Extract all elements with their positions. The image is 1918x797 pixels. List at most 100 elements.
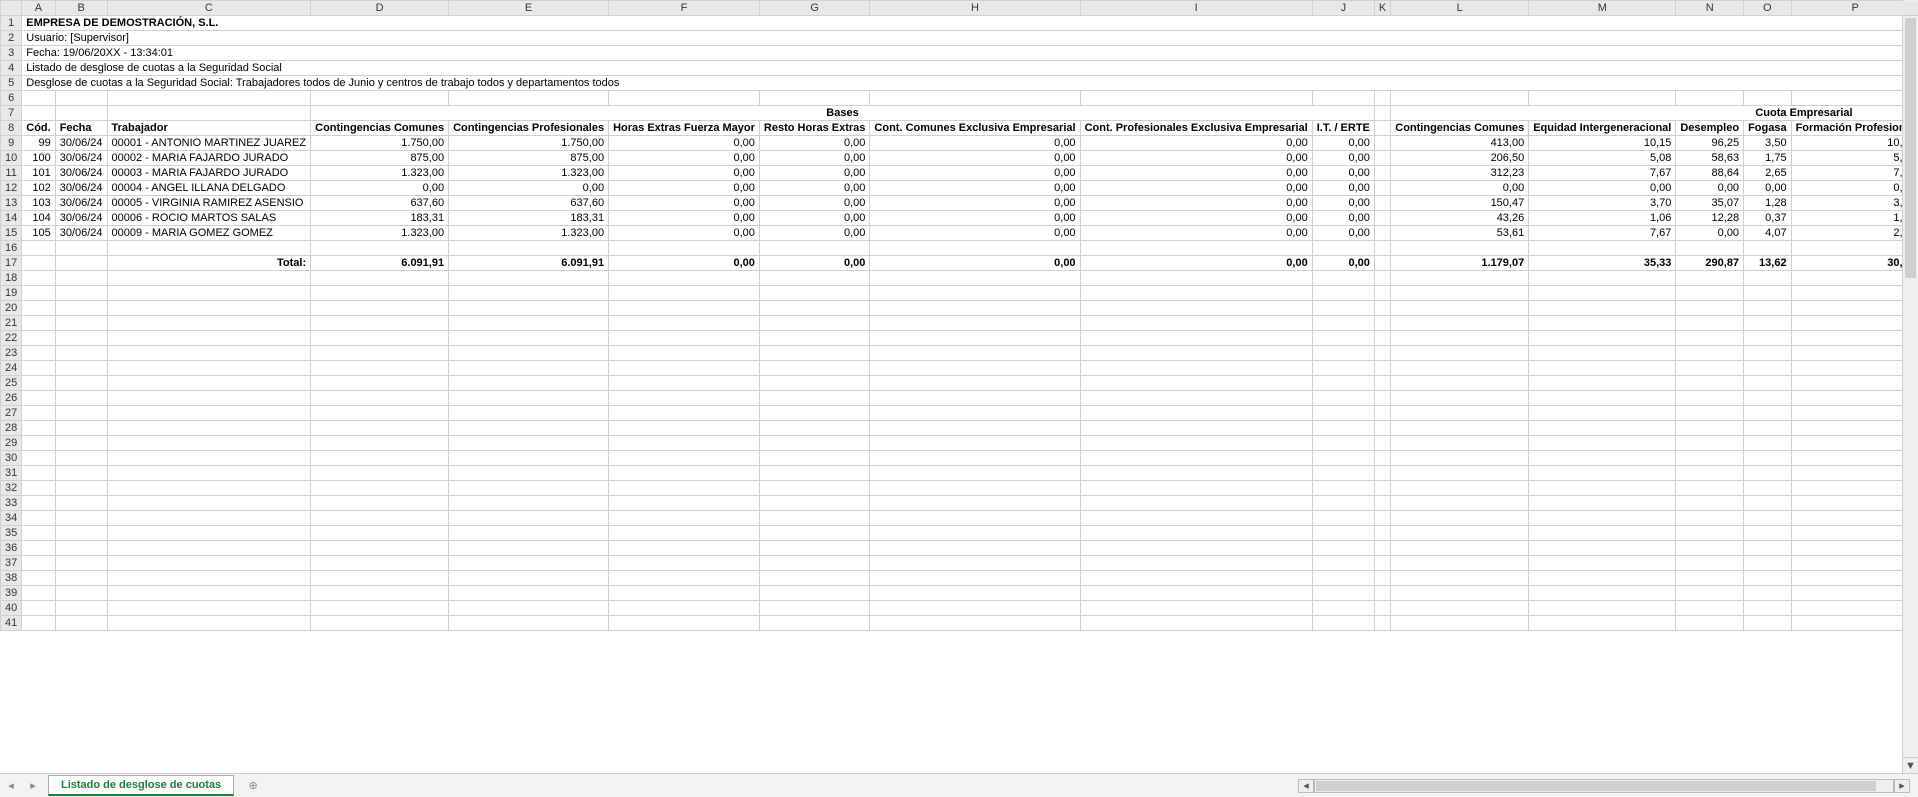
cell[interactable]: [1744, 391, 1792, 406]
cell[interactable]: [107, 376, 311, 391]
cell[interactable]: [1676, 481, 1744, 496]
cell[interactable]: 0,00: [1391, 181, 1529, 196]
cell[interactable]: [1791, 376, 1918, 391]
cell[interactable]: 5,08: [1529, 151, 1676, 166]
cell[interactable]: 0,00: [449, 181, 609, 196]
cell[interactable]: [1080, 346, 1312, 361]
row-header[interactable]: 24: [1, 361, 22, 376]
row-header[interactable]: 21: [1, 316, 22, 331]
cell[interactable]: 3,70: [1529, 196, 1676, 211]
row-header[interactable]: 39: [1, 586, 22, 601]
cell[interactable]: [1374, 481, 1390, 496]
row-header[interactable]: 19: [1, 286, 22, 301]
cell[interactable]: [609, 316, 760, 331]
hscroll-thumb[interactable]: [1316, 781, 1876, 791]
hdr-hefm[interactable]: Horas Extras Fuerza Mayor: [609, 121, 760, 136]
cell[interactable]: [1791, 286, 1918, 301]
cell[interactable]: [107, 271, 311, 286]
cell[interactable]: [1676, 601, 1744, 616]
cell[interactable]: 1,75: [1744, 151, 1792, 166]
cell[interactable]: [55, 616, 107, 631]
cell[interactable]: [1744, 586, 1792, 601]
cell[interactable]: [759, 436, 870, 451]
cell[interactable]: [1391, 466, 1529, 481]
cell[interactable]: [870, 586, 1080, 601]
cell[interactable]: [1391, 601, 1529, 616]
cell[interactable]: [1374, 256, 1390, 271]
cell[interactable]: 0,00: [870, 151, 1080, 166]
cell[interactable]: [1312, 91, 1374, 106]
cell[interactable]: [1312, 271, 1374, 286]
cell[interactable]: [1529, 421, 1676, 436]
cell[interactable]: 5,25: [1791, 151, 1918, 166]
cell[interactable]: [1791, 406, 1918, 421]
cell[interactable]: [1374, 211, 1390, 226]
cell[interactable]: [1374, 451, 1390, 466]
cell[interactable]: [870, 331, 1080, 346]
cell[interactable]: 0,00: [1791, 181, 1918, 196]
cell[interactable]: [55, 286, 107, 301]
vscroll-thumb[interactable]: [1905, 18, 1916, 278]
cell[interactable]: [55, 481, 107, 496]
cell[interactable]: [1312, 421, 1374, 436]
cell[interactable]: [1374, 511, 1390, 526]
row-header[interactable]: 28: [1, 421, 22, 436]
cell[interactable]: [1080, 271, 1312, 286]
cell[interactable]: 0,00: [759, 226, 870, 241]
cell[interactable]: 1.323,00: [311, 226, 449, 241]
cell[interactable]: [609, 421, 760, 436]
cell[interactable]: [759, 556, 870, 571]
cell[interactable]: [759, 466, 870, 481]
cell[interactable]: [1080, 556, 1312, 571]
cell-fecha[interactable]: 30/06/24: [55, 196, 107, 211]
cell[interactable]: [449, 601, 609, 616]
cell[interactable]: [311, 346, 449, 361]
cell[interactable]: [55, 511, 107, 526]
cell[interactable]: [311, 511, 449, 526]
cell[interactable]: [311, 421, 449, 436]
cell[interactable]: [311, 571, 449, 586]
cell-fecha[interactable]: 30/06/24: [55, 166, 107, 181]
cell[interactable]: 0,00: [870, 181, 1080, 196]
total-cell[interactable]: 6.091,91: [311, 256, 449, 271]
cell[interactable]: 43,26: [1391, 211, 1529, 226]
cell[interactable]: 0,00: [759, 196, 870, 211]
cell[interactable]: [870, 391, 1080, 406]
row-header[interactable]: 22: [1, 331, 22, 346]
col-header[interactable]: O: [1744, 1, 1792, 16]
cell[interactable]: [1529, 271, 1676, 286]
cell[interactable]: [1744, 271, 1792, 286]
cell[interactable]: [1744, 361, 1792, 376]
cell[interactable]: [1529, 466, 1676, 481]
cell[interactable]: [1391, 616, 1529, 631]
row-header[interactable]: 7: [1, 106, 22, 121]
cell[interactable]: [1312, 526, 1374, 541]
cell[interactable]: [1744, 316, 1792, 331]
cell[interactable]: [1391, 406, 1529, 421]
cell[interactable]: [107, 301, 311, 316]
cell[interactable]: [1391, 241, 1529, 256]
cell[interactable]: [1676, 451, 1744, 466]
cell[interactable]: 0,00: [1080, 166, 1312, 181]
cell[interactable]: [759, 451, 870, 466]
cell[interactable]: [22, 106, 55, 121]
col-header[interactable]: F: [609, 1, 760, 16]
total-cell[interactable]: 0,00: [870, 256, 1080, 271]
cell[interactable]: [870, 406, 1080, 421]
cell[interactable]: [22, 346, 55, 361]
row-header[interactable]: 20: [1, 301, 22, 316]
cell[interactable]: [55, 91, 107, 106]
cell[interactable]: [1312, 241, 1374, 256]
cell[interactable]: [759, 601, 870, 616]
cell[interactable]: [1080, 586, 1312, 601]
cell[interactable]: [449, 361, 609, 376]
cell[interactable]: [107, 526, 311, 541]
cell[interactable]: [1744, 511, 1792, 526]
cell[interactable]: [609, 556, 760, 571]
cell[interactable]: [759, 571, 870, 586]
cell[interactable]: [1791, 436, 1918, 451]
cell[interactable]: [449, 271, 609, 286]
cell[interactable]: [1676, 526, 1744, 541]
cell[interactable]: 0,00: [609, 226, 760, 241]
cell[interactable]: [1374, 286, 1390, 301]
